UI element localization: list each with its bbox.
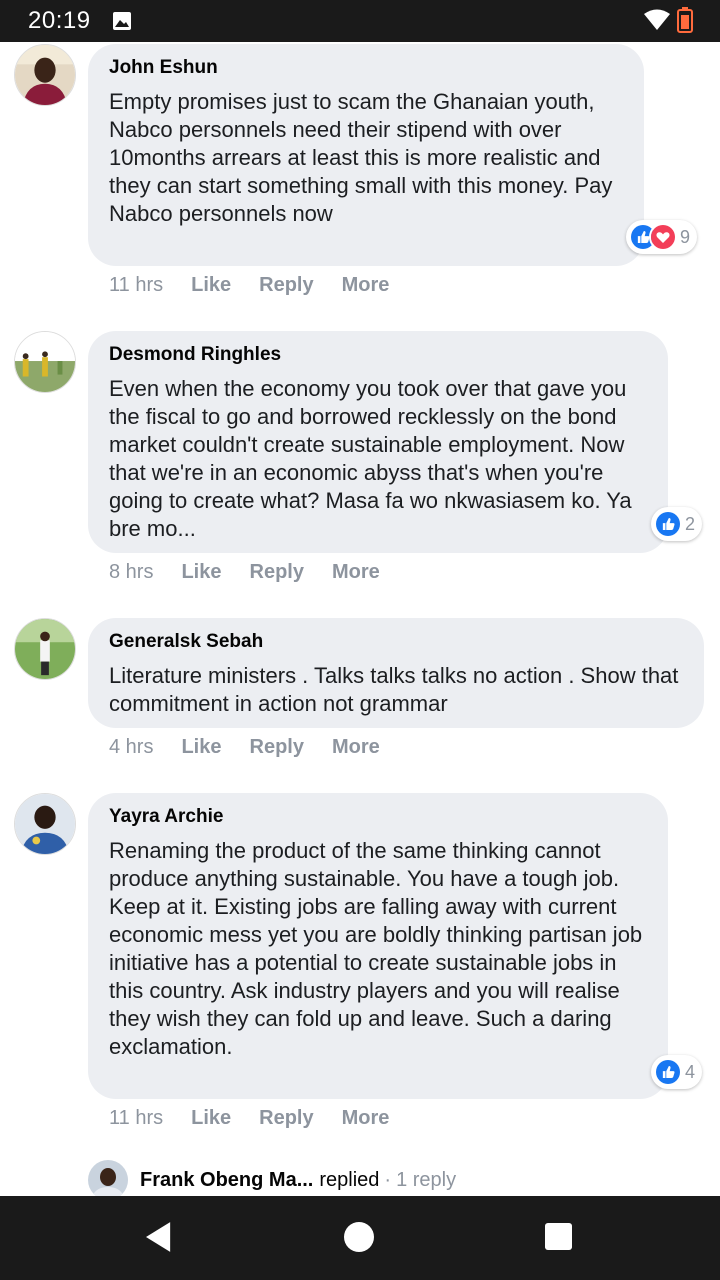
navigation-bar [0, 1196, 720, 1280]
avatar-photo [15, 794, 75, 854]
like-button[interactable]: Like [191, 274, 231, 297]
avatar [88, 1160, 128, 1196]
comment-bubble: Desmond Ringhles Even when the economy y… [88, 331, 668, 553]
like-button[interactable]: Like [181, 561, 221, 584]
comment-text: Renaming the product of the same thinkin… [109, 838, 643, 1059]
wifi-icon [644, 9, 670, 30]
avatar[interactable] [14, 44, 76, 106]
avatar-photo [15, 619, 75, 679]
reaction-count: 2 [685, 513, 696, 534]
avatar-photo [15, 332, 75, 392]
more-button[interactable]: More [332, 561, 380, 584]
avatar[interactable] [14, 618, 76, 680]
reaction-summary[interactable]: 9 [626, 220, 698, 254]
reply-separator: · [384, 1168, 392, 1191]
comment-text: Even when the economy you took over that… [109, 376, 632, 541]
comment-author[interactable]: Desmond Ringhles [109, 343, 648, 366]
comment-timestamp[interactable]: 4 hrs [109, 736, 153, 759]
reply-button[interactable]: Reply [259, 274, 313, 297]
reaction-count: 4 [685, 1061, 696, 1082]
comment-feed[interactable]: John Eshun Empty promises just to scam t… [0, 42, 720, 1196]
comment-timestamp[interactable]: 11 hrs [109, 1107, 163, 1130]
like-button[interactable]: Like [191, 1107, 231, 1130]
reply-verb: replied [319, 1168, 380, 1191]
status-time: 20:19 [28, 7, 91, 34]
comment-actions: 11 hrs Like Reply More [109, 1107, 417, 1130]
reply-count: 1 reply [396, 1168, 457, 1191]
status-bar: 20:19 [0, 0, 720, 42]
reaction-summary[interactable]: 2 [651, 507, 703, 541]
avatar-photo [15, 45, 75, 105]
comment-text: Empty promises just to scam the Ghanaian… [109, 89, 613, 226]
comment-timestamp[interactable]: 8 hrs [109, 561, 153, 584]
reply-button[interactable]: Reply [250, 736, 304, 759]
comment-bubble: Yayra Archie Renaming the product of the… [88, 793, 668, 1099]
avatar-photo [88, 1160, 128, 1196]
like-button[interactable]: Like [181, 736, 221, 759]
comment-actions: 11 hrs Like Reply More [109, 274, 417, 297]
comment-author[interactable]: John Eshun [109, 56, 624, 79]
comment-bubble: Generalsk Sebah Literature ministers . T… [88, 618, 704, 728]
more-button[interactable]: More [332, 736, 380, 759]
reaction-count: 9 [680, 226, 691, 247]
comment-author[interactable]: Generalsk Sebah [109, 630, 684, 653]
avatar[interactable] [14, 793, 76, 855]
like-reaction-icon [654, 1058, 682, 1086]
reply-button[interactable]: Reply [259, 1107, 313, 1130]
back-icon[interactable] [146, 1222, 172, 1252]
more-button[interactable]: More [342, 274, 390, 297]
more-button[interactable]: More [342, 1107, 390, 1130]
reaction-summary[interactable]: 4 [651, 1055, 703, 1089]
comment-actions: 4 hrs Like Reply More [109, 736, 408, 759]
comment-text: Literature ministers . Talks talks talks… [109, 663, 679, 716]
recent-apps-icon[interactable] [545, 1223, 572, 1250]
love-reaction-icon [649, 223, 677, 251]
reply-button[interactable]: Reply [250, 561, 304, 584]
reply-author: Frank Obeng Ma... [140, 1168, 314, 1191]
image-icon [113, 12, 131, 30]
view-replies-link[interactable]: Frank Obeng Ma... replied · 1 reply [88, 1160, 456, 1196]
comment-timestamp[interactable]: 11 hrs [109, 274, 163, 297]
comment-bubble: John Eshun Empty promises just to scam t… [88, 44, 644, 266]
avatar[interactable] [14, 331, 76, 393]
like-reaction-icon [654, 510, 682, 538]
comment-actions: 8 hrs Like Reply More [109, 561, 408, 584]
battery-icon [677, 7, 693, 33]
comment-author[interactable]: Yayra Archie [109, 805, 648, 828]
home-icon[interactable] [343, 1221, 375, 1253]
